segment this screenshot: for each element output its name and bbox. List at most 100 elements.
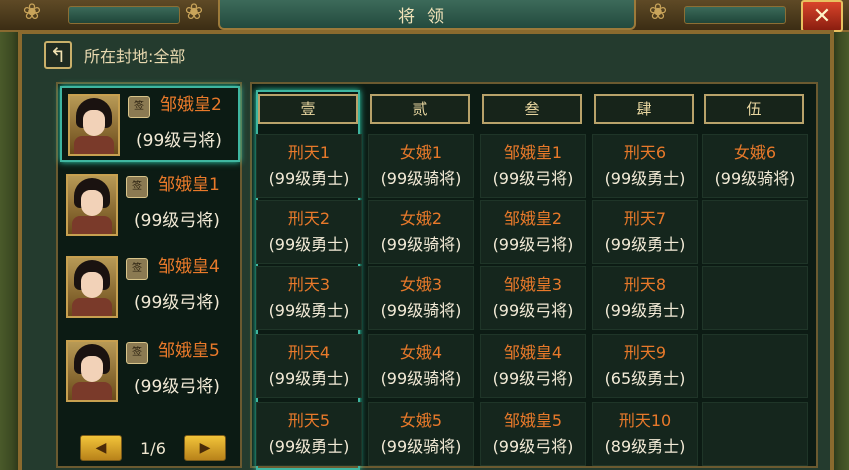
general-slot[interactable]: 邹娥皇5 (99级弓将) [480, 402, 586, 466]
general-slot[interactable]: 刑天5 (99级勇士) [256, 402, 362, 466]
general-name: 刑天6 [623, 143, 667, 162]
general-slot[interactable]: 女娥1 (99级骑将) [368, 134, 474, 198]
general-level: (99级弓将) [492, 369, 574, 388]
close-button[interactable]: ✕ [801, 0, 843, 32]
prev-page-button[interactable]: ◀ [80, 435, 122, 461]
general-name: 刑天1 [287, 143, 331, 162]
column-tab[interactable]: 壹 [258, 94, 358, 124]
generals-panel: ↰ 所在封地:全部 签 邹娥皇2 (99级弓将) 签 邹娥皇1 (99级弓将) … [18, 30, 834, 470]
empty-slot[interactable] [702, 402, 808, 466]
pager: ◀ 1/6 ▶ [80, 435, 226, 461]
general-slot[interactable]: 邹娥皇1 (99级弓将) [480, 134, 586, 198]
general-slot[interactable]: 刑天8 (99级勇士) [592, 266, 698, 330]
lord-item[interactable]: 签 邹娥皇4 (99级弓将) [60, 250, 240, 326]
back-button[interactable]: ↰ [44, 41, 72, 69]
general-slot[interactable]: 刑天6 (99级勇士) [592, 134, 698, 198]
general-name: 女娥6 [733, 143, 777, 162]
general-name: 女娥4 [399, 343, 443, 362]
general-level: (99级勇士) [268, 235, 350, 254]
general-slot[interactable]: 刑天2 (99级勇士) [256, 200, 362, 264]
lord-level: (99级弓将) [134, 211, 220, 231]
lord-item[interactable]: 签 邹娥皇5 (99级弓将) [60, 334, 240, 410]
triangle-left-icon: ◀ [95, 440, 107, 456]
general-level: (99级骑将) [714, 169, 796, 188]
general-name: 女娥2 [399, 209, 443, 228]
triangle-right-icon: ▶ [199, 440, 211, 456]
lord-level: (99级弓将) [136, 131, 222, 151]
general-slot[interactable]: 刑天1 (99级勇士) [256, 134, 362, 198]
general-slot[interactable]: 女娥4 (99级骑将) [368, 334, 474, 398]
sign-badge: 签 [128, 96, 150, 118]
lord-name: 邹娥皇4 [158, 257, 220, 277]
general-slot[interactable]: 女娥3 (99级骑将) [368, 266, 474, 330]
cloud-ornament-icon: ❀ [648, 0, 668, 25]
sign-badge: 签 [126, 342, 148, 364]
empty-slot[interactable] [702, 266, 808, 330]
general-slot[interactable]: 刑天3 (99级勇士) [256, 266, 362, 330]
next-page-button[interactable]: ▶ [184, 435, 226, 461]
general-name: 女娥5 [399, 411, 443, 430]
title-bar-right-plate [684, 6, 786, 24]
general-name: 邹娥皇2 [503, 209, 563, 228]
general-slot[interactable]: 女娥6 (99级骑将) [702, 134, 808, 198]
column-tab[interactable]: 贰 [370, 94, 470, 124]
general-level: (99级勇士) [268, 369, 350, 388]
general-level: (99级骑将) [380, 301, 462, 320]
fief-filter-row: ↰ 所在封地:全部 [44, 40, 185, 70]
general-slot[interactable]: 邹娥皇2 (99级弓将) [480, 200, 586, 264]
general-portrait [68, 94, 120, 156]
general-name: 刑天3 [287, 275, 331, 294]
column-tab[interactable]: 肆 [594, 94, 694, 124]
general-level: (99级勇士) [268, 437, 350, 456]
general-slot[interactable]: 刑天7 (99级勇士) [592, 200, 698, 264]
fief-filter-label[interactable]: 所在封地:全部 [84, 43, 185, 67]
general-level: (99级弓将) [492, 437, 574, 456]
title-bar-left-plate [68, 6, 180, 24]
general-slot[interactable]: 女娥5 (99级骑将) [368, 402, 474, 466]
general-name: 邹娥皇1 [503, 143, 563, 162]
lord-item[interactable]: 签 邹娥皇1 (99级弓将) [60, 168, 240, 244]
back-arrow-icon: ↰ [49, 43, 67, 67]
lord-list: 签 邹娥皇2 (99级弓将) 签 邹娥皇1 (99级弓将) 签 邹娥皇4 (99… [56, 82, 242, 468]
general-slot[interactable]: 邹娥皇3 (99级弓将) [480, 266, 586, 330]
general-slot[interactable]: 刑天10 (89级勇士) [592, 402, 698, 466]
general-name: 刑天7 [623, 209, 667, 228]
general-portrait [66, 340, 118, 402]
general-level: (65级勇士) [604, 369, 686, 388]
general-name: 邹娥皇4 [503, 343, 563, 362]
general-level: (99级勇士) [604, 301, 686, 320]
general-portrait [66, 174, 118, 236]
general-level: (99级勇士) [268, 169, 350, 188]
general-level: (99级骑将) [380, 437, 462, 456]
lord-item[interactable]: 签 邹娥皇2 (99级弓将) [60, 86, 240, 162]
general-name: 女娥1 [399, 143, 443, 162]
lord-level: (99级弓将) [134, 377, 220, 397]
column-tab[interactable]: 伍 [704, 94, 804, 124]
troop-grid: 壹 贰 叁 肆 伍 刑天1 (99级勇士) 刑天2 (99级勇士) 刑天3 (99级勇… [250, 82, 818, 470]
title-bar: ❀ ❀ ❀ 将领 ✕ [0, 0, 849, 32]
general-slot[interactable]: 邹娥皇4 (99级弓将) [480, 334, 586, 398]
lord-name: 邹娥皇5 [158, 341, 220, 361]
lord-level: (99级弓将) [134, 293, 220, 313]
general-level: (99级勇士) [604, 235, 686, 254]
general-level: (99级勇士) [268, 301, 350, 320]
cloud-ornament-icon: ❀ [184, 0, 204, 25]
close-icon: ✕ [812, 3, 832, 29]
general-level: (99级骑将) [380, 235, 462, 254]
general-slot[interactable]: 刑天9 (65级勇士) [592, 334, 698, 398]
general-name: 女娥3 [399, 275, 443, 294]
general-name: 刑天8 [623, 275, 667, 294]
general-name: 刑天9 [623, 343, 667, 362]
general-name: 刑天4 [287, 343, 331, 362]
general-slot[interactable]: 刑天4 (99级勇士) [256, 334, 362, 398]
general-level: (99级弓将) [492, 301, 574, 320]
general-level: (89级勇士) [604, 437, 686, 456]
column-tab[interactable]: 叁 [482, 94, 582, 124]
general-slot[interactable]: 女娥2 (99级骑将) [368, 200, 474, 264]
general-name: 邹娥皇5 [503, 411, 563, 430]
general-level: (99级弓将) [492, 169, 574, 188]
general-portrait [66, 256, 118, 318]
empty-slot[interactable] [702, 334, 808, 398]
empty-slot[interactable] [702, 200, 808, 264]
sign-badge: 签 [126, 176, 148, 198]
